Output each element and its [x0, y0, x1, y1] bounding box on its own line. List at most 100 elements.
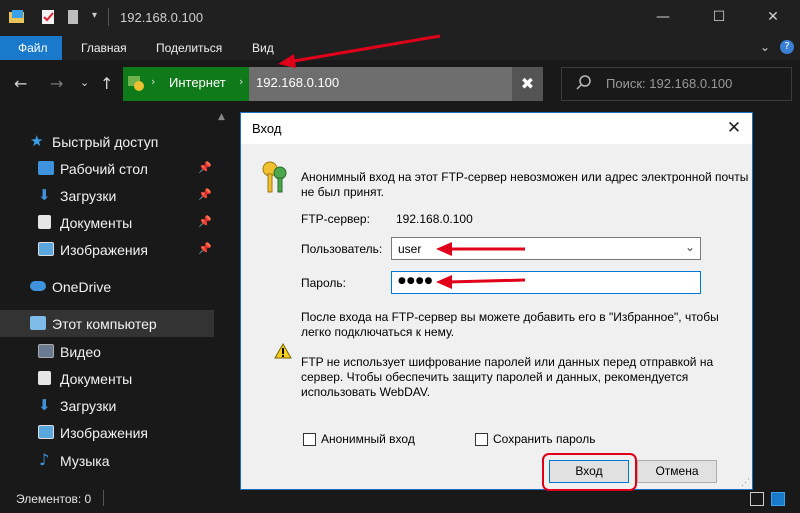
sidebar-item-label: Видео	[60, 344, 101, 360]
search-icon	[576, 75, 591, 90]
address-segment-internet[interactable]: Интернет	[169, 75, 226, 90]
maximize-button[interactable]: ☐	[696, 0, 742, 36]
title-bar: ▾ 192.168.0.100 — ☐ ✕	[0, 0, 800, 36]
username-field[interactable]: user ⌄	[391, 237, 701, 260]
navigation-pane: ★ Быстрый доступ Рабочий стол 📌 ⬇ Загруз…	[0, 110, 240, 488]
warning-text-line-3: использовать WebDAV.	[301, 385, 431, 399]
close-window-button[interactable]: ✕	[750, 0, 796, 36]
back-arrow-icon[interactable]: ←	[14, 74, 27, 93]
network-location-icon	[128, 76, 144, 91]
ftp-login-dialog: Вход ✕ Анонимный вход на этот FTP-сервер…	[240, 112, 753, 491]
sidebar-item-label: Изображения	[60, 425, 148, 441]
info-text-line-2: не был принят.	[301, 185, 384, 199]
properties-icon[interactable]	[40, 9, 58, 25]
details-view-icon[interactable]	[750, 492, 764, 506]
pin-icon[interactable]: 📌	[198, 188, 212, 201]
up-arrow-icon[interactable]: ↑	[100, 74, 113, 93]
desktop-icon	[38, 161, 54, 175]
sidebar-item-documents-pc[interactable]: Документы	[0, 365, 214, 392]
ribbon: Файл Главная Поделиться Вид ⌄ ?	[0, 36, 800, 60]
music-icon: ♪	[39, 450, 50, 469]
sidebar-item-onedrive[interactable]: OneDrive	[0, 273, 214, 300]
username-value: user	[398, 242, 422, 256]
dialog-title: Вход	[252, 121, 282, 136]
address-segment-host[interactable]: 192.168.0.100	[256, 75, 339, 90]
password-field[interactable]: ●●●●	[391, 271, 701, 294]
sidebar-item-quick-access[interactable]: ★ Быстрый доступ	[0, 128, 214, 155]
sidebar-item-label: Музыка	[60, 453, 110, 469]
divider	[103, 490, 104, 506]
sidebar-item-label: Этот компьютер	[52, 316, 157, 332]
dialog-close-button[interactable]: ✕	[716, 113, 752, 144]
sidebar-item-label: Загрузки	[60, 398, 117, 414]
sidebar-item-label: Документы	[60, 215, 133, 231]
document-icon	[38, 371, 51, 385]
sidebar-item-desktop[interactable]: Рабочий стол 📌	[0, 155, 214, 182]
download-icon: ⬇	[38, 396, 51, 414]
server-label: FTP-сервер:	[301, 212, 370, 226]
sidebar-item-this-pc[interactable]: Этот компьютер	[0, 310, 214, 337]
divider	[108, 8, 109, 26]
new-folder-icon[interactable]	[66, 9, 80, 25]
password-value: ●●●●	[398, 276, 434, 286]
sidebar-item-label: Загрузки	[60, 188, 117, 204]
login-button-highlight	[542, 453, 637, 491]
tab-share[interactable]: Поделиться	[144, 36, 234, 60]
explorer-icon	[9, 10, 24, 23]
dialog-title-bar: Вход ✕	[241, 113, 752, 144]
download-icon: ⬇	[38, 186, 51, 204]
recent-locations-icon[interactable]: ⌄	[80, 76, 89, 89]
warning-icon	[274, 343, 292, 359]
status-bar	[0, 488, 800, 513]
pin-icon[interactable]: 📌	[198, 215, 212, 228]
sidebar-item-downloads-pc[interactable]: ⬇ Загрузки	[0, 392, 214, 419]
anonymous-login-checkbox[interactable]	[303, 433, 316, 446]
keys-icon	[262, 161, 287, 193]
large-icons-view-icon[interactable]	[771, 492, 785, 506]
save-password-label: Сохранить пароль	[493, 432, 596, 446]
computer-icon	[30, 316, 46, 330]
sidebar-item-label: OneDrive	[52, 279, 112, 295]
sidebar-item-pictures[interactable]: Изображения 📌	[0, 236, 214, 263]
pin-icon[interactable]: 📌	[198, 242, 212, 255]
server-value: 192.168.0.100	[396, 212, 473, 226]
chevron-right-icon[interactable]: ›	[239, 75, 243, 88]
video-icon	[38, 344, 54, 358]
tab-file[interactable]: Файл	[0, 36, 62, 60]
quick-access-dropdown-icon[interactable]: ▾	[92, 10, 97, 21]
sidebar-item-pictures-pc[interactable]: Изображения	[0, 419, 214, 446]
password-label: Пароль:	[301, 276, 346, 290]
image-icon	[38, 242, 54, 256]
ribbon-collapse-icon[interactable]: ⌄	[760, 40, 770, 54]
cancel-button[interactable]: Отмена	[637, 460, 717, 483]
scroll-up-icon[interactable]: ▲	[218, 112, 225, 122]
save-password-checkbox[interactable]	[475, 433, 488, 446]
search-input[interactable]: Поиск: 192.168.0.100	[606, 76, 732, 91]
document-icon	[38, 215, 51, 229]
window-title: 192.168.0.100	[120, 10, 204, 25]
sidebar-item-documents[interactable]: Документы 📌	[0, 209, 214, 236]
pin-icon[interactable]: 📌	[198, 161, 212, 174]
image-icon	[38, 425, 54, 439]
sidebar-item-music[interactable]: ♪ Музыка	[0, 447, 214, 474]
star-icon: ★	[30, 132, 44, 150]
resize-grip-icon[interactable]: ⋰	[741, 477, 750, 488]
chevron-down-icon[interactable]: ⌄	[685, 240, 695, 254]
sidebar-item-videos[interactable]: Видео	[0, 338, 214, 365]
help-icon[interactable]: ?	[780, 40, 794, 54]
sidebar-item-downloads[interactable]: ⬇ Загрузки 📌	[0, 182, 214, 209]
chevron-right-icon[interactable]: ›	[151, 75, 155, 88]
forward-arrow-icon[interactable]: →	[50, 74, 63, 93]
username-label: Пользователь:	[301, 242, 383, 256]
cancel-navigation-icon[interactable]: ✖	[512, 67, 543, 101]
sidebar-item-label: Быстрый доступ	[52, 134, 159, 150]
sidebar-item-label: Изображения	[60, 242, 148, 258]
anonymous-login-label: Анонимный вход	[321, 432, 415, 446]
minimize-button[interactable]: —	[640, 0, 686, 36]
sidebar-scrollbar[interactable]: ▲	[214, 110, 230, 488]
tab-view[interactable]: Вид	[240, 36, 286, 60]
sidebar-item-label: Рабочий стол	[60, 161, 148, 177]
tab-home[interactable]: Главная	[69, 36, 139, 60]
item-count: Элементов: 0	[16, 492, 92, 506]
sidebar-item-label: Документы	[60, 371, 133, 387]
